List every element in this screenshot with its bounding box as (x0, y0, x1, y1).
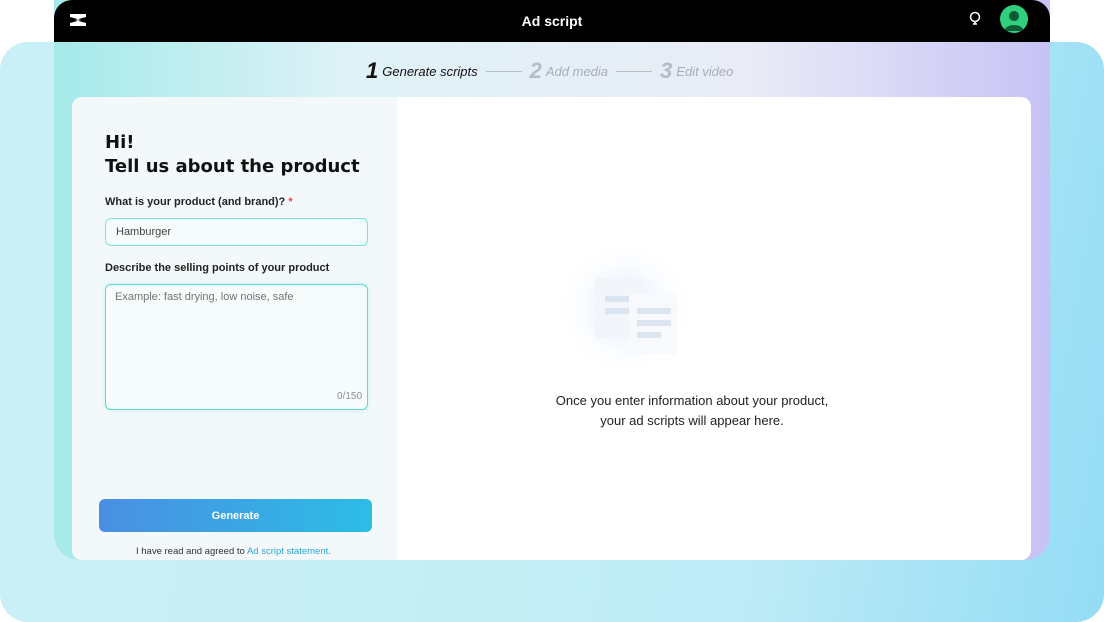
step-number: 3 (660, 58, 673, 83)
step-add-media[interactable]: 2 Add media (529, 58, 609, 83)
step-number: 2 (529, 58, 542, 83)
product-form: Hi! Tell us about the product What is yo… (72, 97, 397, 560)
empty-state-message: Once you enter information about your pr… (555, 393, 829, 428)
step-label: Add media (545, 63, 609, 79)
documents-icon (555, 238, 695, 378)
product-label: What is your product (and brand)? * (105, 196, 293, 208)
progress-steps: 1 Generate scripts 2 Add media 3 Edit vi… (366, 58, 734, 83)
step-divider (616, 70, 653, 72)
step-generate-scripts[interactable]: 1 Generate scripts (366, 58, 478, 83)
greeting-text: Hi! (105, 132, 135, 153)
step-number: 1 (366, 58, 379, 83)
step-label: Generate scripts (382, 63, 478, 79)
product-input[interactable]: Hamburger (105, 218, 368, 246)
step-label: Edit video (676, 63, 734, 79)
lightbulb-icon[interactable] (968, 9, 982, 31)
step-edit-video[interactable]: 3 Edit video (660, 58, 734, 83)
capcut-logo-icon[interactable] (68, 10, 88, 30)
agreement-prefix: I have read and agreed to (136, 546, 245, 557)
window-title: Ad script (521, 13, 583, 29)
form-heading: Hi! Tell us about the product (105, 131, 360, 179)
product-label-text: What is your product (and brand)? (105, 196, 286, 208)
agreement-text: I have read and agreed to Ad script stat… (136, 546, 331, 557)
selling-points-label: Describe the selling points of your prod… (105, 262, 330, 274)
step-divider (485, 70, 522, 72)
generate-button[interactable]: Generate (99, 499, 372, 532)
title-bar: Ad script (54, 0, 1050, 42)
char-counter: 0/150 (337, 391, 363, 402)
heading-text: Tell us about the product (105, 156, 360, 177)
selling-points-textarea[interactable] (105, 284, 368, 410)
user-avatar-icon[interactable] (1000, 5, 1028, 33)
required-mark: * (288, 196, 293, 208)
main-panel: Hi! Tell us about the product What is yo… (72, 97, 1031, 560)
ad-script-statement-link[interactable]: Ad script statement. (247, 546, 331, 557)
